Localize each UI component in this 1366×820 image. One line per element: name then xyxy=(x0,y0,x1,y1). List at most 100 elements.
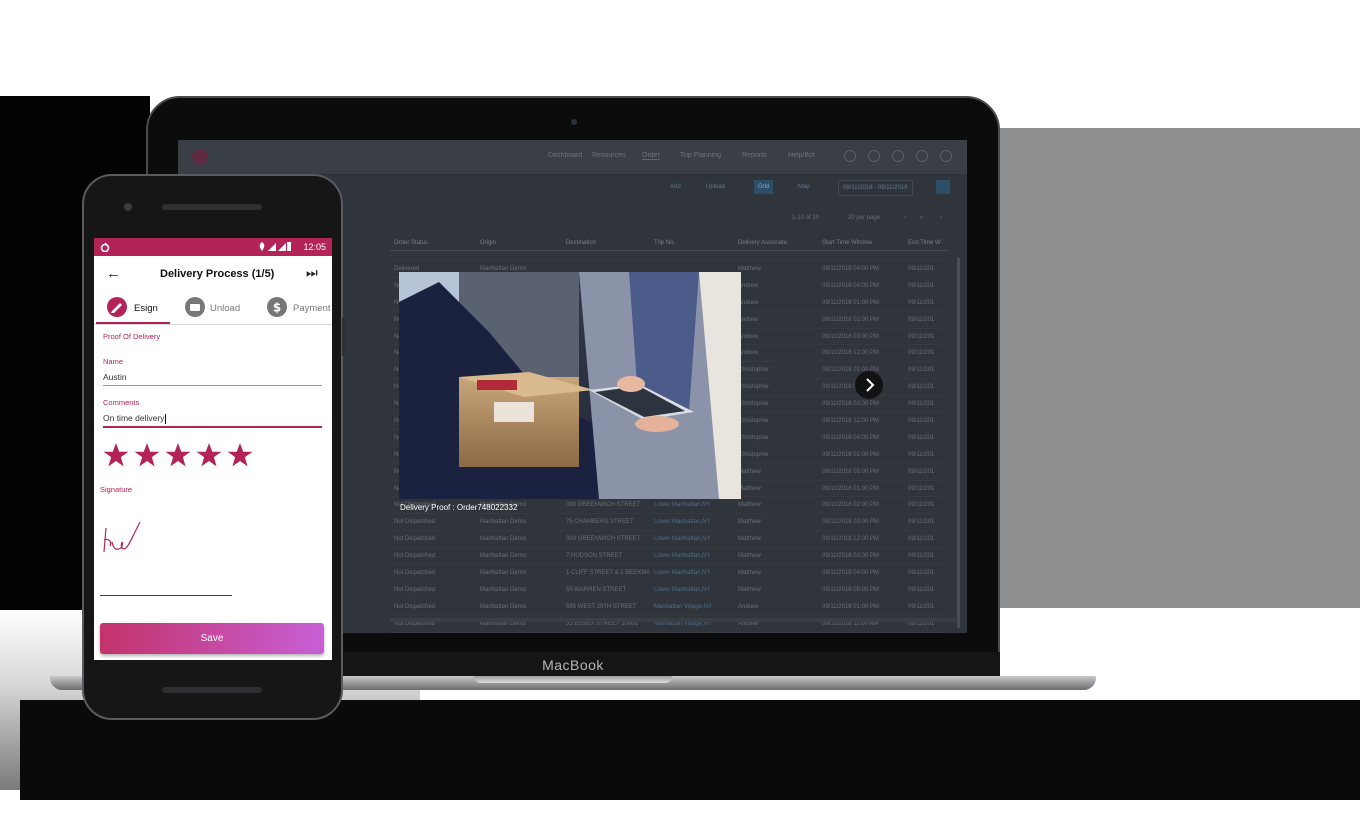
text-caret xyxy=(165,413,167,424)
table-row[interactable]: Not Dispatched Manhattan Demo 75 CHAMBERS … xyxy=(390,513,948,532)
table-cell: Not Dispatched xyxy=(390,564,476,582)
column-filter[interactable] xyxy=(734,250,818,261)
table-cell: 09/11/201 xyxy=(904,378,948,397)
tab-esign[interactable]: Esign xyxy=(94,292,172,324)
name-field[interactable]: Austin xyxy=(103,372,127,382)
table-row[interactable]: Not Dispatched Manhattan Demo 595 WEST 29T… xyxy=(390,598,948,616)
table-cell: 1 CLIFF STREET & 1 BEEKMAN xyxy=(562,564,650,582)
nav-trip-planning[interactable]: Trip Planning xyxy=(680,152,721,159)
column-header[interactable]: Trip No. xyxy=(650,236,734,251)
grid-view-button[interactable]: Grid xyxy=(754,180,774,194)
pager-next-icon[interactable]: › xyxy=(940,215,942,221)
column-filter[interactable] xyxy=(650,250,734,261)
pager-prev-icon[interactable]: ‹ xyxy=(904,215,906,221)
page-size-select[interactable]: 20 per page xyxy=(848,215,880,221)
horizontal-scrollbar[interactable] xyxy=(390,618,956,622)
table-cell: 09/11/201 xyxy=(904,463,948,481)
pen-icon xyxy=(107,297,127,317)
next-photo-button[interactable] xyxy=(855,371,883,399)
upload-button[interactable]: Upload xyxy=(702,180,729,194)
nav-order[interactable]: Order xyxy=(642,152,660,160)
comments-label: Comments xyxy=(103,398,140,407)
map-view-button[interactable]: Map xyxy=(794,180,814,194)
comments-field[interactable]: On time delivery xyxy=(103,413,167,424)
table-cell: Christopher xyxy=(734,395,818,414)
table-cell: 09/11/201 xyxy=(904,361,948,380)
column-filter[interactable] xyxy=(818,250,904,261)
notifications-icon[interactable] xyxy=(916,150,928,162)
table-cell: 09/11/2018 01:00 PM xyxy=(818,598,904,616)
vertical-scrollbar[interactable] xyxy=(957,258,960,628)
table-cell: Andrew xyxy=(734,328,818,346)
pager-first-icon[interactable]: « xyxy=(920,215,923,221)
table-cell: Matthew xyxy=(734,547,818,566)
table-cell: 09/11/201 xyxy=(904,564,948,582)
star-icon[interactable] xyxy=(103,442,129,468)
table-cell: Not Dispatched xyxy=(390,598,476,616)
table-cell: 09/11/2018 12:00 PM xyxy=(818,344,904,363)
table-cell: Andrew xyxy=(734,311,818,329)
nav-dashboard[interactable]: Dashboard xyxy=(548,152,582,159)
add-button[interactable]: Add xyxy=(666,180,685,194)
tab-unload[interactable]: Unload xyxy=(180,292,258,324)
column-filter[interactable] xyxy=(390,250,476,261)
column-header[interactable]: Destination xyxy=(562,236,650,251)
location-icon xyxy=(259,242,265,251)
status-time: 12:05 xyxy=(303,242,326,252)
table-cell: Manhattan Demo xyxy=(476,513,562,532)
column-header[interactable]: End Time W xyxy=(904,236,948,251)
table-cell: Christopher xyxy=(734,446,818,464)
save-button[interactable]: Save xyxy=(100,623,324,654)
table-cell: Christopher xyxy=(734,378,818,397)
nav-help[interactable]: Help/Bot xyxy=(788,152,815,159)
table-row[interactable]: Not Dispatched Manhattan Demo 7 HUDSON STR… xyxy=(390,547,948,566)
star-icon[interactable] xyxy=(165,442,191,468)
tab-payment[interactable]: $ Payment xyxy=(262,292,332,324)
wifi-icon xyxy=(268,243,276,251)
column-header[interactable]: Origin xyxy=(476,236,562,251)
date-range-picker[interactable]: 09/11/2018 - 09/11/2018 xyxy=(838,180,913,196)
star-icon[interactable] xyxy=(196,442,222,468)
star-icon[interactable] xyxy=(227,442,253,468)
screen-title: Delivery Process (1/5) xyxy=(160,268,275,280)
table-row[interactable]: Not Dispatched Manhattan Demo 393 GREENWIC… xyxy=(390,530,948,549)
nav-resources[interactable]: Resources xyxy=(592,152,625,159)
table-cell: Manhattan Village,NY xyxy=(650,598,734,616)
column-header[interactable]: Delivery Associate xyxy=(734,236,818,251)
table-cell: Manhattan Demo xyxy=(476,564,562,582)
info-icon[interactable] xyxy=(868,150,880,162)
table-cell: 399 GREENWICH STREET xyxy=(562,496,650,515)
process-tabs: Esign Unload $ Payment xyxy=(94,292,332,325)
table-cell: Matthew xyxy=(734,564,818,582)
table-cell: 09/11/201 xyxy=(904,412,948,430)
table-cell: Andrew xyxy=(734,277,818,295)
user-icon[interactable] xyxy=(940,150,952,162)
column-filter[interactable] xyxy=(562,250,650,261)
table-cell: 393 GREENWICH STREET xyxy=(562,530,650,549)
column-header[interactable]: Order Status xyxy=(390,236,476,251)
apply-filter-button[interactable] xyxy=(936,180,950,194)
search-icon[interactable] xyxy=(844,150,856,162)
table-cell: 595 WEST 29TH STREET xyxy=(562,598,650,616)
column-header[interactable]: Start Time Window xyxy=(818,236,904,251)
table-row[interactable]: Not Dispatched Manhattan Demo 1 CLIFF STRE… xyxy=(390,564,948,582)
column-filter[interactable] xyxy=(904,250,948,261)
rating-stars xyxy=(103,442,258,473)
signature-drawing[interactable] xyxy=(100,518,144,560)
table-cell: Manhattan Demo xyxy=(476,530,562,549)
filter-row xyxy=(390,250,948,261)
table-cell: 09/11/201 xyxy=(904,328,948,346)
table-cell: 09/11/201 xyxy=(904,547,948,566)
nav-reports[interactable]: Reports xyxy=(742,152,767,159)
skip-forward-icon[interactable]: ⏭ xyxy=(306,265,318,281)
table-cell: Christopher xyxy=(734,361,818,380)
table-cell: Manhattan Demo xyxy=(476,547,562,566)
table-row[interactable]: Not Dispatched Manhattan Demo 55 WARREN ST… xyxy=(390,581,948,599)
table-cell: 09/11/2018 04:00 PM xyxy=(818,429,904,447)
column-filter[interactable] xyxy=(476,250,562,261)
chat-icon[interactable] xyxy=(892,150,904,162)
back-arrow-icon[interactable]: ← xyxy=(106,265,121,282)
star-icon[interactable] xyxy=(134,442,160,468)
table-cell: 09/11/2018 05:00 PM xyxy=(818,581,904,599)
table-cell: 09/11/201 xyxy=(904,480,948,498)
